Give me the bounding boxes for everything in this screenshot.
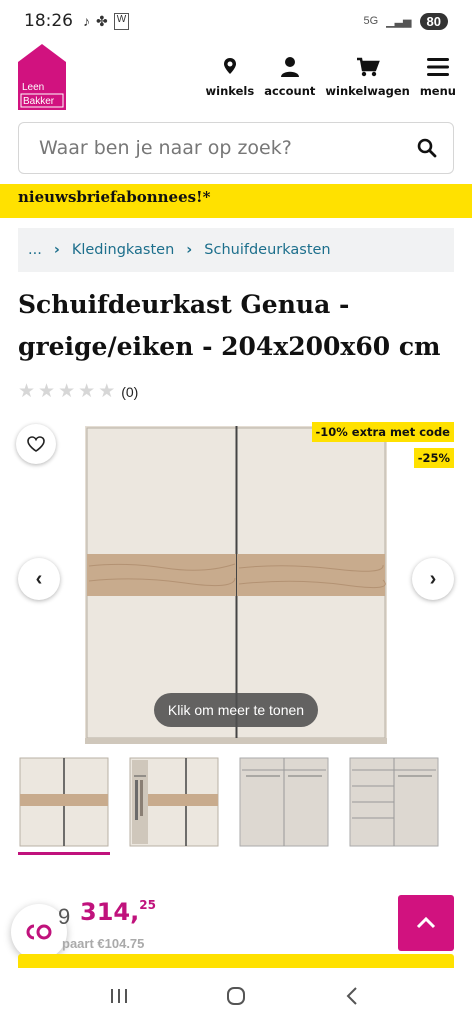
- status-bar: 18:26 ♪ ✤ W 5G ▁▃▅ 80: [0, 0, 472, 42]
- leen-bakker-logo[interactable]: Leen Bakker: [18, 44, 66, 110]
- nav-account[interactable]: account: [264, 56, 315, 98]
- back-icon[interactable]: [342, 985, 364, 1007]
- promo-banner[interactable]: nieuwsbriefabonnees!*: [0, 184, 472, 218]
- battery-indicator: 80: [419, 12, 448, 30]
- nav-winkels-label: winkels: [205, 84, 255, 98]
- search-input[interactable]: [39, 137, 417, 159]
- active-thumbnail-indicator: [18, 852, 110, 855]
- nav-account-label: account: [264, 84, 316, 98]
- product-gallery: ‹ › -10% extra met code -25% Klik om mee…: [0, 412, 472, 744]
- nav-winkelwagen[interactable]: winkelwagen: [325, 56, 410, 98]
- nav-winkelwagen-label: winkelwagen: [325, 84, 410, 98]
- search-icon[interactable]: [417, 138, 437, 158]
- network-label: 5G: [363, 15, 379, 27]
- add-to-cart-strip[interactable]: [18, 954, 454, 968]
- gallery-next-button[interactable]: ›: [412, 558, 454, 600]
- discount-badge: -25%: [413, 448, 454, 468]
- thumbnail-2[interactable]: [128, 756, 220, 848]
- review-count: (0): [121, 383, 139, 400]
- thumbnail-3[interactable]: [238, 756, 330, 848]
- signal-icon: ▁▃▅: [386, 15, 412, 28]
- breadcrumb-schuifdeurkasten[interactable]: Schuifdeurkasten: [204, 242, 330, 258]
- chevron-right-icon: ›: [53, 242, 60, 258]
- star-icon: ★: [98, 381, 116, 402]
- scroll-to-top-button[interactable]: [398, 895, 454, 951]
- tiktok-icon: ♪: [83, 12, 90, 29]
- header-nav: winkels account winkelwagen menu: [206, 56, 456, 98]
- chevron-up-icon: [416, 917, 436, 929]
- notification-icons: ♪ ✤ W: [83, 12, 130, 30]
- user-icon: [280, 57, 299, 77]
- breadcrumb-ellipsis[interactable]: ...: [28, 242, 42, 258]
- star-icon: ★: [18, 381, 36, 402]
- thumbnail-1[interactable]: [18, 756, 110, 848]
- location-pin-icon: [223, 58, 236, 74]
- nav-menu[interactable]: menu: [420, 56, 456, 98]
- old-price: 9: [58, 904, 71, 929]
- nav-winkels[interactable]: winkels: [205, 56, 255, 98]
- breadcrumb-kledingkasten[interactable]: Kledingkasten: [72, 242, 174, 258]
- favorite-button[interactable]: [16, 424, 56, 464]
- hamburger-menu-icon: [426, 58, 449, 76]
- chat-icon: [26, 924, 52, 940]
- chevron-right-icon: ›: [186, 242, 193, 258]
- product-title: Schuifdeurkast Genua - greige/eiken - 20…: [18, 290, 441, 361]
- show-more-tooltip[interactable]: Klik om meer te tonen: [154, 693, 318, 727]
- site-header: Leen Bakker winkels account winkelwagen …: [0, 42, 472, 114]
- clock: 18:26: [24, 11, 73, 31]
- star-icon: ★: [78, 381, 96, 402]
- price-main: 314,: [80, 898, 140, 926]
- current-price: 314,25: [80, 898, 156, 926]
- chevron-left-icon: ‹: [35, 567, 43, 590]
- cart-icon: [356, 57, 380, 77]
- star-icon: ★: [38, 381, 56, 402]
- breadcrumb: ... › Kledingkasten › Schuifdeurkasten: [18, 228, 454, 272]
- logo-text-leen: Leen: [22, 82, 44, 93]
- thumbnail-4[interactable]: [348, 756, 440, 848]
- heart-icon: [27, 436, 45, 452]
- recent-apps-icon[interactable]: [108, 986, 130, 1006]
- promo-banner-text: nieuwsbriefabonnees!*: [18, 188, 211, 206]
- home-icon[interactable]: [225, 985, 247, 1007]
- nav-menu-label: menu: [419, 84, 456, 98]
- star-icon: ★: [58, 381, 76, 402]
- savings-text: paart €104.75: [62, 936, 145, 951]
- search-bar: [18, 122, 454, 174]
- extra-discount-badge: -10% extra met code: [311, 422, 454, 442]
- price-cents: 25: [139, 898, 156, 912]
- product-rating[interactable]: ★ ★ ★ ★ ★ (0): [18, 380, 138, 403]
- logo-text-bakker: Bakker: [23, 96, 55, 107]
- app-icon: W: [113, 12, 130, 30]
- chevron-right-icon: ›: [429, 567, 437, 590]
- system-nav-bar: [0, 968, 472, 1024]
- thumbnail-strip: [0, 756, 472, 856]
- pinwheel-icon: ✤: [96, 12, 108, 29]
- gallery-prev-button[interactable]: ‹: [18, 558, 60, 600]
